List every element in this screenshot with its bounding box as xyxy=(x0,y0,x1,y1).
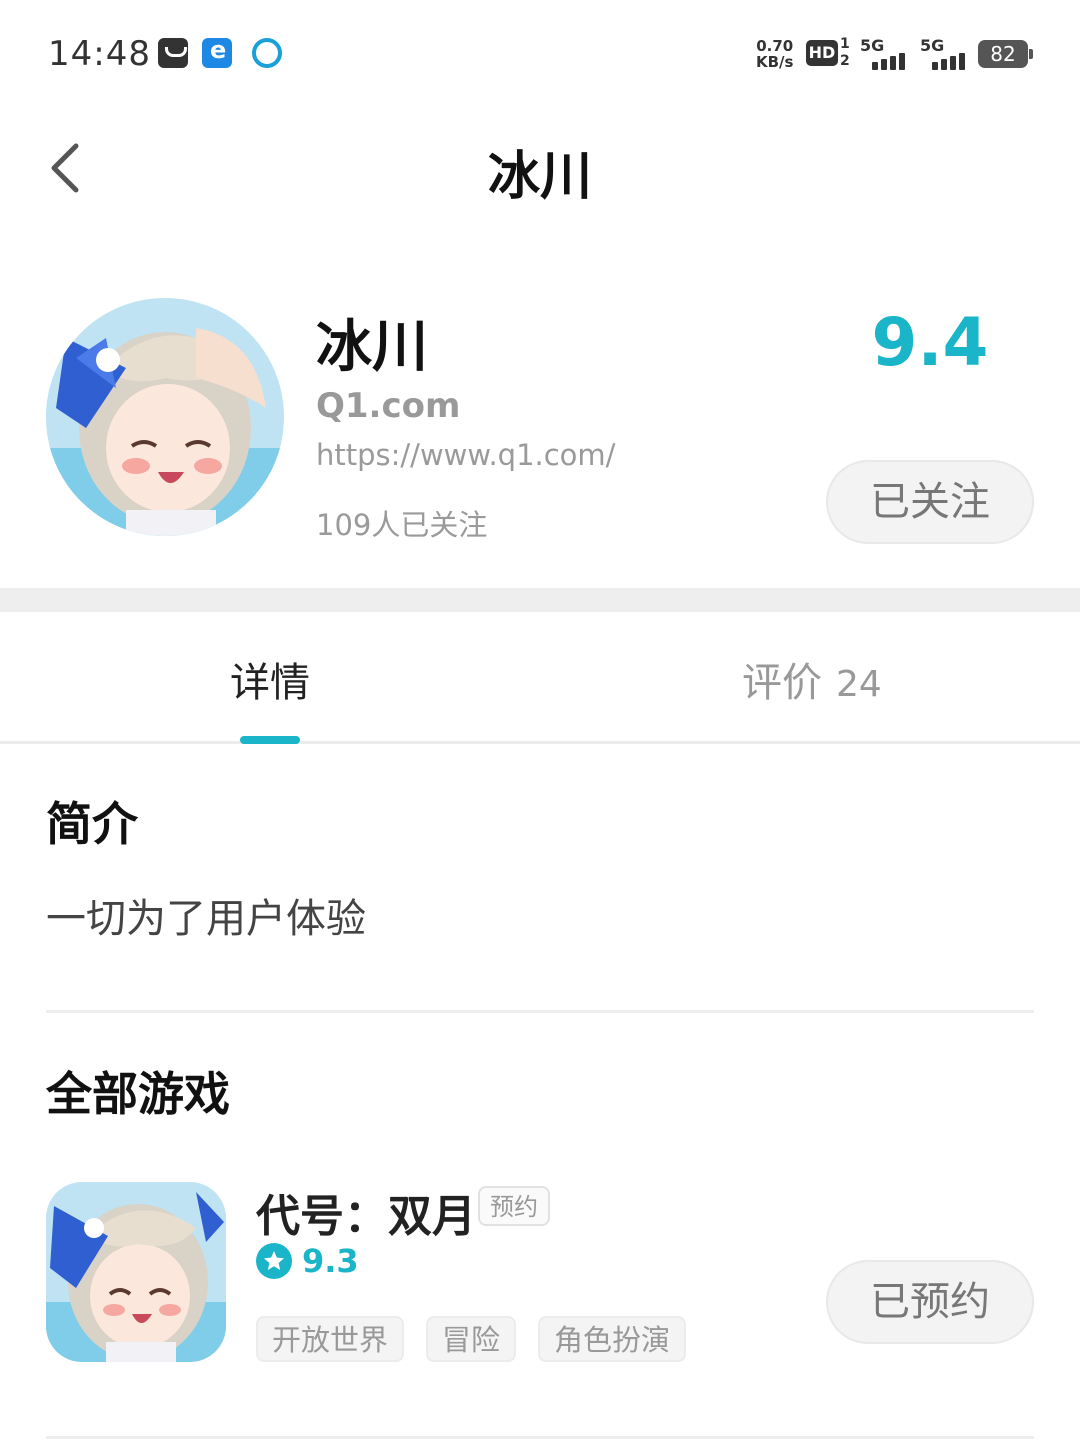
tab-reviews-label: 评价 xyxy=(742,660,822,706)
follow-button[interactable]: 已关注 xyxy=(826,460,1034,544)
battery-icon: 82 xyxy=(978,40,1033,68)
game-list-item[interactable]: 代号：双月 预约 9.3 开放世界 冒险 角色扮演 已预约 xyxy=(0,1170,1080,1370)
signal-icon-sim2: 5G xyxy=(920,36,970,70)
anime-girl-avatar-image xyxy=(46,298,284,536)
divider xyxy=(46,1010,1034,1013)
game-title: 代号：双月 xyxy=(256,1191,476,1242)
developer-name: 冰川 xyxy=(316,315,428,380)
status-bar: 14:48 0.70 KB/s HD 1 2 5G 5G 82 xyxy=(0,0,1080,110)
developer-profile: 冰川 Q1.com https://www.q1.com/ 109人已关注 9.… xyxy=(0,270,1080,588)
section-divider xyxy=(0,588,1080,612)
status-time: 14:48 xyxy=(48,34,151,74)
game-icon-image xyxy=(46,1182,226,1362)
developer-url-link[interactable]: https://www.q1.com/ xyxy=(316,438,615,472)
hd-sim-bottom: 2 xyxy=(840,53,850,69)
nav-bar: 冰川 xyxy=(0,110,1080,230)
preorder-badge: 预约 xyxy=(478,1186,550,1226)
follower-count: 109人已关注 xyxy=(316,508,488,542)
tab-bar: 详情 评价 24 xyxy=(0,612,1080,744)
signal-icon-sim1: 5G xyxy=(860,36,910,70)
tab-reviews[interactable]: 评价 24 xyxy=(742,650,882,708)
tab-details[interactable]: 详情 xyxy=(230,650,310,708)
game-rating-value: 9.3 xyxy=(302,1242,359,1280)
hd-sim-numbers: 1 2 xyxy=(840,36,850,70)
page-title: 冰川 xyxy=(487,147,592,207)
china-mobile-icon xyxy=(252,38,282,68)
developer-score: 9.4 xyxy=(871,304,989,381)
star-icon xyxy=(256,1243,292,1279)
message-icon xyxy=(158,38,188,68)
developer-avatar xyxy=(46,298,284,536)
game-rating: 9.3 xyxy=(256,1242,359,1280)
game-tag: 开放世界 xyxy=(256,1316,405,1362)
game-tag: 冒险 xyxy=(426,1316,517,1362)
intro-heading: 简介 xyxy=(46,797,138,851)
app-e-icon xyxy=(202,36,232,68)
active-tab-indicator xyxy=(240,736,300,744)
intro-text: 一切为了用户体验 xyxy=(46,896,366,942)
divider xyxy=(46,1436,1034,1439)
tab-reviews-count: 24 xyxy=(836,664,882,705)
all-games-heading: 全部游戏 xyxy=(46,1067,230,1121)
network-speed-value: 0.70 xyxy=(756,37,794,55)
network-speed-unit: KB/s xyxy=(756,53,794,71)
hd-icon: HD xyxy=(806,40,838,66)
game-tag: 角色扮演 xyxy=(538,1316,687,1362)
network-speed: 0.70 KB/s xyxy=(756,38,793,70)
tab-details-label: 详情 xyxy=(230,660,310,706)
hd-sim-top: 1 xyxy=(840,36,850,52)
developer-domain: Q1.com xyxy=(316,386,461,426)
reserved-button[interactable]: 已预约 xyxy=(826,1260,1034,1344)
anime-girl-game-icon xyxy=(46,1182,226,1362)
